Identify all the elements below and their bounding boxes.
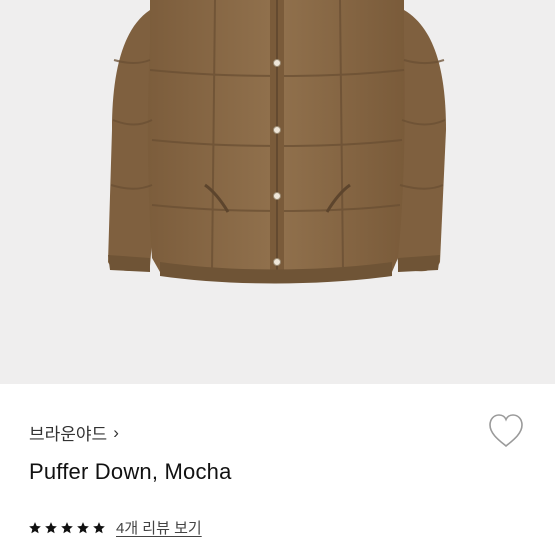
star-icon xyxy=(29,521,41,533)
chevron-right-icon: › xyxy=(113,422,119,442)
star-icon xyxy=(61,521,73,533)
star-icon xyxy=(93,521,105,533)
product-image[interactable] xyxy=(0,0,555,384)
star-rating xyxy=(28,521,106,535)
star-icon xyxy=(77,521,89,533)
brand-link[interactable]: 브라운야드 › xyxy=(29,420,119,445)
rating-row: 4개 리뷰 보기 xyxy=(28,517,202,538)
product-title: Puffer Down, Mocha xyxy=(29,459,232,484)
wishlist-button[interactable] xyxy=(486,412,526,450)
heart-outline-icon xyxy=(489,414,523,448)
brand-name: 브라운야드 xyxy=(29,425,108,444)
star-icon xyxy=(45,521,57,533)
jacket-illustration xyxy=(108,0,446,284)
reviews-link[interactable]: 4개 리뷰 보기 xyxy=(116,517,202,538)
